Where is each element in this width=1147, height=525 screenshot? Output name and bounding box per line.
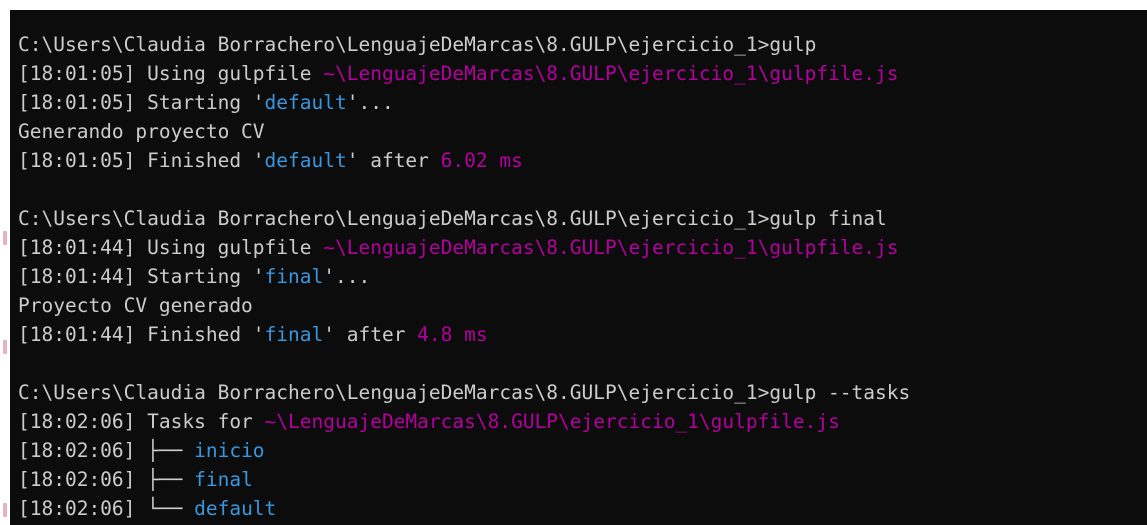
- text-segment-plain: Proyecto CV generado: [18, 294, 253, 317]
- terminal-output[interactable]: C:\Users\Claudia Borrachero\LenguajeDeMa…: [10, 10, 1147, 525]
- text-segment-time: 6.02 ms: [440, 149, 523, 172]
- output-line: [18:01:44] Starting 'final'...: [18, 262, 1147, 291]
- output-line: [18:02:06] └── default: [18, 494, 1147, 523]
- output-line: [18:02:06] Tasks for ~\LenguajeDeMarcas\…: [18, 407, 1147, 436]
- text-segment-plain: [18:02:06] ├──: [18, 468, 195, 491]
- text-segment-path: ~\LenguajeDeMarcas\8.GULP\ejercicio_1\gu…: [323, 236, 899, 259]
- left-gutter: [0, 0, 10, 525]
- text-segment-plain: C:\Users\Claudia Borrachero\LenguajeDeMa…: [18, 33, 817, 56]
- text-segment-plain: [18:02:06] Tasks for: [18, 410, 265, 433]
- text-segment-task: default: [264, 149, 347, 172]
- output-line: [18:01:05] Using gulpfile ~\LenguajeDeMa…: [18, 59, 1147, 88]
- output-line: [18:02:06] ├── final: [18, 465, 1147, 494]
- text-segment-path: ~\LenguajeDeMarcas\8.GULP\ejercicio_1\gu…: [264, 410, 840, 433]
- output-line: [18:01:44] Finished 'final' after 4.8 ms: [18, 320, 1147, 349]
- output-line: [18:01:05] Starting 'default'...: [18, 88, 1147, 117]
- text-segment-plain: [18:01:44] Using gulpfile: [18, 236, 324, 259]
- text-segment-plain: [18:01:44] Finished ': [18, 323, 265, 346]
- text-segment-path: ~\LenguajeDeMarcas\8.GULP\ejercicio_1\gu…: [323, 62, 899, 85]
- text-segment-plain: [18:01:05] Finished ': [18, 149, 265, 172]
- text-segment-plain: [18:01:05] Using gulpfile: [18, 62, 324, 85]
- text-segment-cyan: final: [194, 468, 253, 491]
- output-line: [18:02:06] ├── inicio: [18, 436, 1147, 465]
- text-segment-plain: [18:01:44] Starting ': [18, 265, 265, 288]
- output-line: Proyecto CV generado: [18, 291, 1147, 320]
- text-segment-task: final: [264, 265, 324, 288]
- text-segment-cyan: default: [194, 497, 277, 520]
- text-segment-plain: Generando proyecto CV: [18, 120, 265, 143]
- command-prompt-line: C:\Users\Claudia Borrachero\LenguajeDeMa…: [18, 204, 1147, 233]
- text-segment-plain: C:\Users\Claudia Borrachero\LenguajeDeMa…: [18, 207, 887, 230]
- text-segment-plain: C:\Users\Claudia Borrachero\LenguajeDeMa…: [18, 381, 911, 404]
- output-line: [18:01:05] Finished 'default' after 6.02…: [18, 146, 1147, 175]
- text-segment-plain: '...: [346, 91, 394, 114]
- text-segment-plain: ' after: [323, 323, 418, 346]
- text-segment-plain: [18:01:05] Starting ': [18, 91, 265, 114]
- text-segment-task: final: [264, 323, 324, 346]
- text-segment-task: default: [264, 91, 347, 114]
- text-segment-plain: [18:02:06] ├──: [18, 439, 195, 462]
- command-prompt-line: C:\Users\Claudia Borrachero\LenguajeDeMa…: [18, 378, 1147, 407]
- command-prompt-line: C:\Users\Claudia Borrachero\LenguajeDeMa…: [18, 30, 1147, 59]
- text-segment-plain: '...: [323, 265, 371, 288]
- gutter-marker: [3, 503, 7, 517]
- text-segment-time: 4.8 ms: [417, 323, 488, 346]
- output-line: [18:01:44] Using gulpfile ~\LenguajeDeMa…: [18, 233, 1147, 262]
- gutter-marker: [3, 340, 7, 354]
- gutter-marker: [3, 231, 7, 245]
- text-segment-cyan: inicio: [194, 439, 265, 462]
- text-segment-plain: ' after: [346, 149, 441, 172]
- output-line: Generando proyecto CV: [18, 117, 1147, 146]
- text-segment-plain: [18:02:06] └──: [18, 497, 195, 520]
